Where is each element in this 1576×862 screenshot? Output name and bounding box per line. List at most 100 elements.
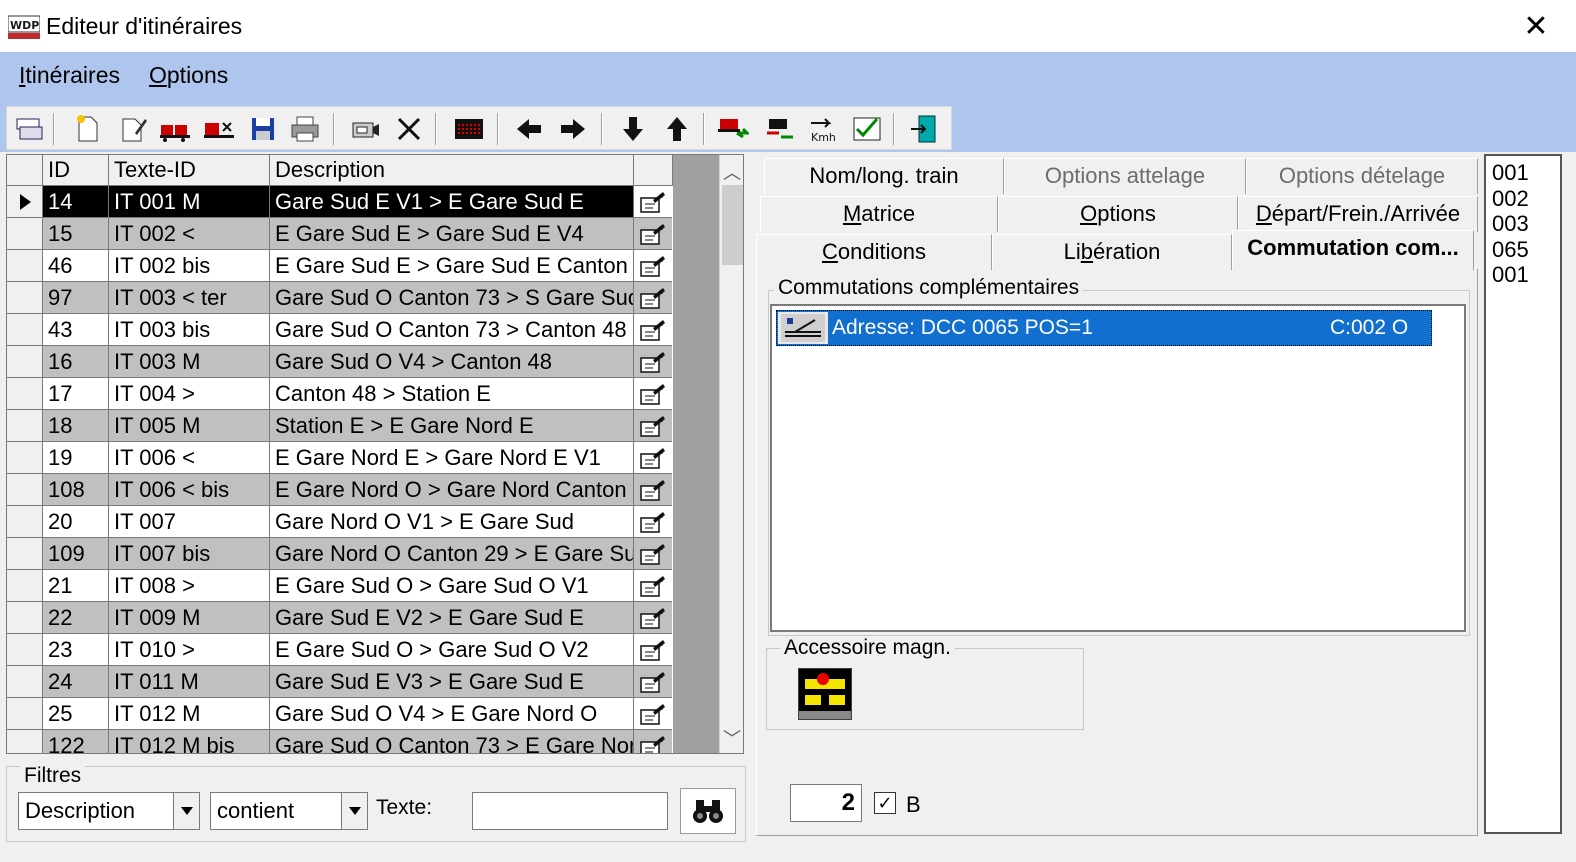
cell-id[interactable]: 109 <box>43 538 109 570</box>
edit-row-icon[interactable] <box>634 282 672 314</box>
cell-texte-id[interactable]: IT 004 > <box>109 378 270 410</box>
quantity-input[interactable] <box>790 784 862 822</box>
column-header-texte-id[interactable]: Texte-ID <box>109 155 270 186</box>
cell-texte-id[interactable]: IT 007 bis <box>109 538 270 570</box>
tab-commutation-complementaire[interactable]: Commutation com... <box>1232 230 1474 270</box>
cell-description[interactable]: E Gare Sud O > Gare Sud O V1 <box>270 570 634 602</box>
row-selector[interactable] <box>7 410 43 442</box>
cell-description[interactable]: E Gare Sud E > Gare Sud E V4 <box>270 218 634 250</box>
new-document-icon[interactable] <box>69 111 105 147</box>
edit-row-icon[interactable] <box>634 506 672 538</box>
cell-id[interactable]: 25 <box>43 698 109 730</box>
edit-row-icon[interactable] <box>634 410 672 442</box>
edit-row-icon[interactable] <box>634 570 672 602</box>
cell-id[interactable]: 24 <box>43 666 109 698</box>
cell-id[interactable]: 16 <box>43 346 109 378</box>
edit-row-icon[interactable] <box>634 730 672 753</box>
cell-texte-id[interactable]: IT 007 <box>109 506 270 538</box>
id-list-item[interactable]: 003 <box>1492 211 1529 237</box>
cell-texte-id[interactable]: IT 005 M <box>109 410 270 442</box>
row-selector[interactable] <box>7 186 43 218</box>
cell-id[interactable]: 46 <box>43 250 109 282</box>
edit-row-icon[interactable] <box>634 346 672 378</box>
print-icon[interactable] <box>287 111 323 147</box>
cell-description[interactable]: Gare Nord O V1 > E Gare Sud <box>270 506 634 538</box>
cell-description[interactable]: Gare Sud O V4 > E Gare Nord O <box>270 698 634 730</box>
cell-description[interactable]: Gare Sud E V2 > E Gare Sud E <box>270 602 634 634</box>
cell-texte-id[interactable]: IT 012 M <box>109 698 270 730</box>
id-list-item[interactable]: 001 <box>1492 160 1529 186</box>
cell-texte-id[interactable]: IT 009 M <box>109 602 270 634</box>
row-selector[interactable] <box>7 218 43 250</box>
window-icon[interactable] <box>11 111 47 147</box>
edit-row-icon[interactable] <box>634 218 672 250</box>
cell-id[interactable]: 122 <box>43 730 109 753</box>
chevron-down-icon[interactable] <box>173 793 199 829</box>
cell-description[interactable]: Gare Sud O Canton 73 > E Gare Norc <box>270 730 634 753</box>
tab-conditions[interactable]: Conditions <box>756 234 992 270</box>
cell-texte-id[interactable]: IT 003 bis <box>109 314 270 346</box>
exit-icon[interactable] <box>907 111 943 147</box>
row-selector[interactable] <box>7 474 43 506</box>
camera-icon[interactable] <box>347 111 383 147</box>
id-list-item[interactable]: 002 <box>1492 186 1529 212</box>
tab-matrice[interactable]: Matrice <box>760 196 998 232</box>
row-selector[interactable] <box>7 730 43 753</box>
arrow-down-icon[interactable] <box>615 111 651 147</box>
arrow-left-icon[interactable] <box>511 111 547 147</box>
train-couple-icon[interactable] <box>715 111 751 147</box>
filter-text-input[interactable] <box>472 792 668 830</box>
matrix-display-icon[interactable] <box>451 111 487 147</box>
cell-texte-id[interactable]: IT 012 M bis <box>109 730 270 753</box>
cell-description[interactable]: E Gare Sud O > Gare Sud O V2 <box>270 634 634 666</box>
row-selector[interactable] <box>7 378 43 410</box>
row-selector[interactable] <box>7 250 43 282</box>
cell-id[interactable]: 20 <box>43 506 109 538</box>
signal-accessory-icon[interactable] <box>798 668 852 720</box>
cell-description[interactable]: Gare Sud O Canton 73 > Canton 48 <box>270 314 634 346</box>
cell-id[interactable]: 108 <box>43 474 109 506</box>
row-selector[interactable] <box>7 634 43 666</box>
cell-texte-id[interactable]: IT 002 bis <box>109 250 270 282</box>
id-list-item[interactable]: 001 <box>1492 262 1529 288</box>
edit-row-icon[interactable] <box>634 314 672 346</box>
cell-description[interactable]: Canton 48 > Station E <box>270 378 634 410</box>
scroll-down-icon[interactable]: ﹀ <box>722 725 742 749</box>
row-selector[interactable] <box>7 570 43 602</box>
arrow-up-icon[interactable] <box>659 111 695 147</box>
row-selector[interactable] <box>7 666 43 698</box>
cell-texte-id[interactable]: IT 006 < bis <box>109 474 270 506</box>
cell-description[interactable]: E Gare Nord O > Gare Nord Canton 2 <box>270 474 634 506</box>
cell-description[interactable]: Gare Sud E V3 > E Gare Sud E <box>270 666 634 698</box>
edit-row-icon[interactable] <box>634 602 672 634</box>
column-header-description[interactable]: Description <box>270 155 634 186</box>
edit-row-icon[interactable] <box>634 442 672 474</box>
cell-id[interactable]: 18 <box>43 410 109 442</box>
cell-id[interactable]: 97 <box>43 282 109 314</box>
cell-texte-id[interactable]: IT 003 < ter <box>109 282 270 314</box>
edit-row-icon[interactable] <box>634 250 672 282</box>
delete-icon[interactable] <box>391 111 427 147</box>
vertical-scrollbar[interactable]: ︿ ﹀ <box>719 155 743 753</box>
cell-id[interactable]: 43 <box>43 314 109 346</box>
cell-description[interactable]: Gare Sud E V1 > E Gare Sud E <box>270 186 634 218</box>
save-icon[interactable] <box>245 111 281 147</box>
chevron-down-icon[interactable] <box>341 793 367 829</box>
cell-description[interactable]: Gare Sud O Canton 73 > S Gare Sud <box>270 282 634 314</box>
row-selector[interactable] <box>7 698 43 730</box>
column-header-id[interactable]: ID <box>43 155 109 186</box>
train-delete-icon[interactable] <box>201 111 237 147</box>
cell-description[interactable]: Gare Nord O Canton 29 > E Gare Suc <box>270 538 634 570</box>
edit-row-icon[interactable] <box>634 474 672 506</box>
cell-id[interactable]: 17 <box>43 378 109 410</box>
train-uncouple-icon[interactable] <box>761 111 797 147</box>
cell-id[interactable]: 15 <box>43 218 109 250</box>
cell-id[interactable]: 14 <box>43 186 109 218</box>
tab-liberation[interactable]: Libération <box>992 234 1232 270</box>
scroll-thumb[interactable] <box>722 185 743 265</box>
filter-field-select[interactable]: Description <box>18 792 200 830</box>
b-checkbox[interactable]: ✓ <box>874 792 896 814</box>
cell-description[interactable]: E Gare Sud E > Gare Sud E Canton 7 <box>270 250 634 282</box>
tab-options-detelage[interactable]: Options dételage <box>1246 158 1478 194</box>
menu-options[interactable]: Options <box>149 62 228 89</box>
